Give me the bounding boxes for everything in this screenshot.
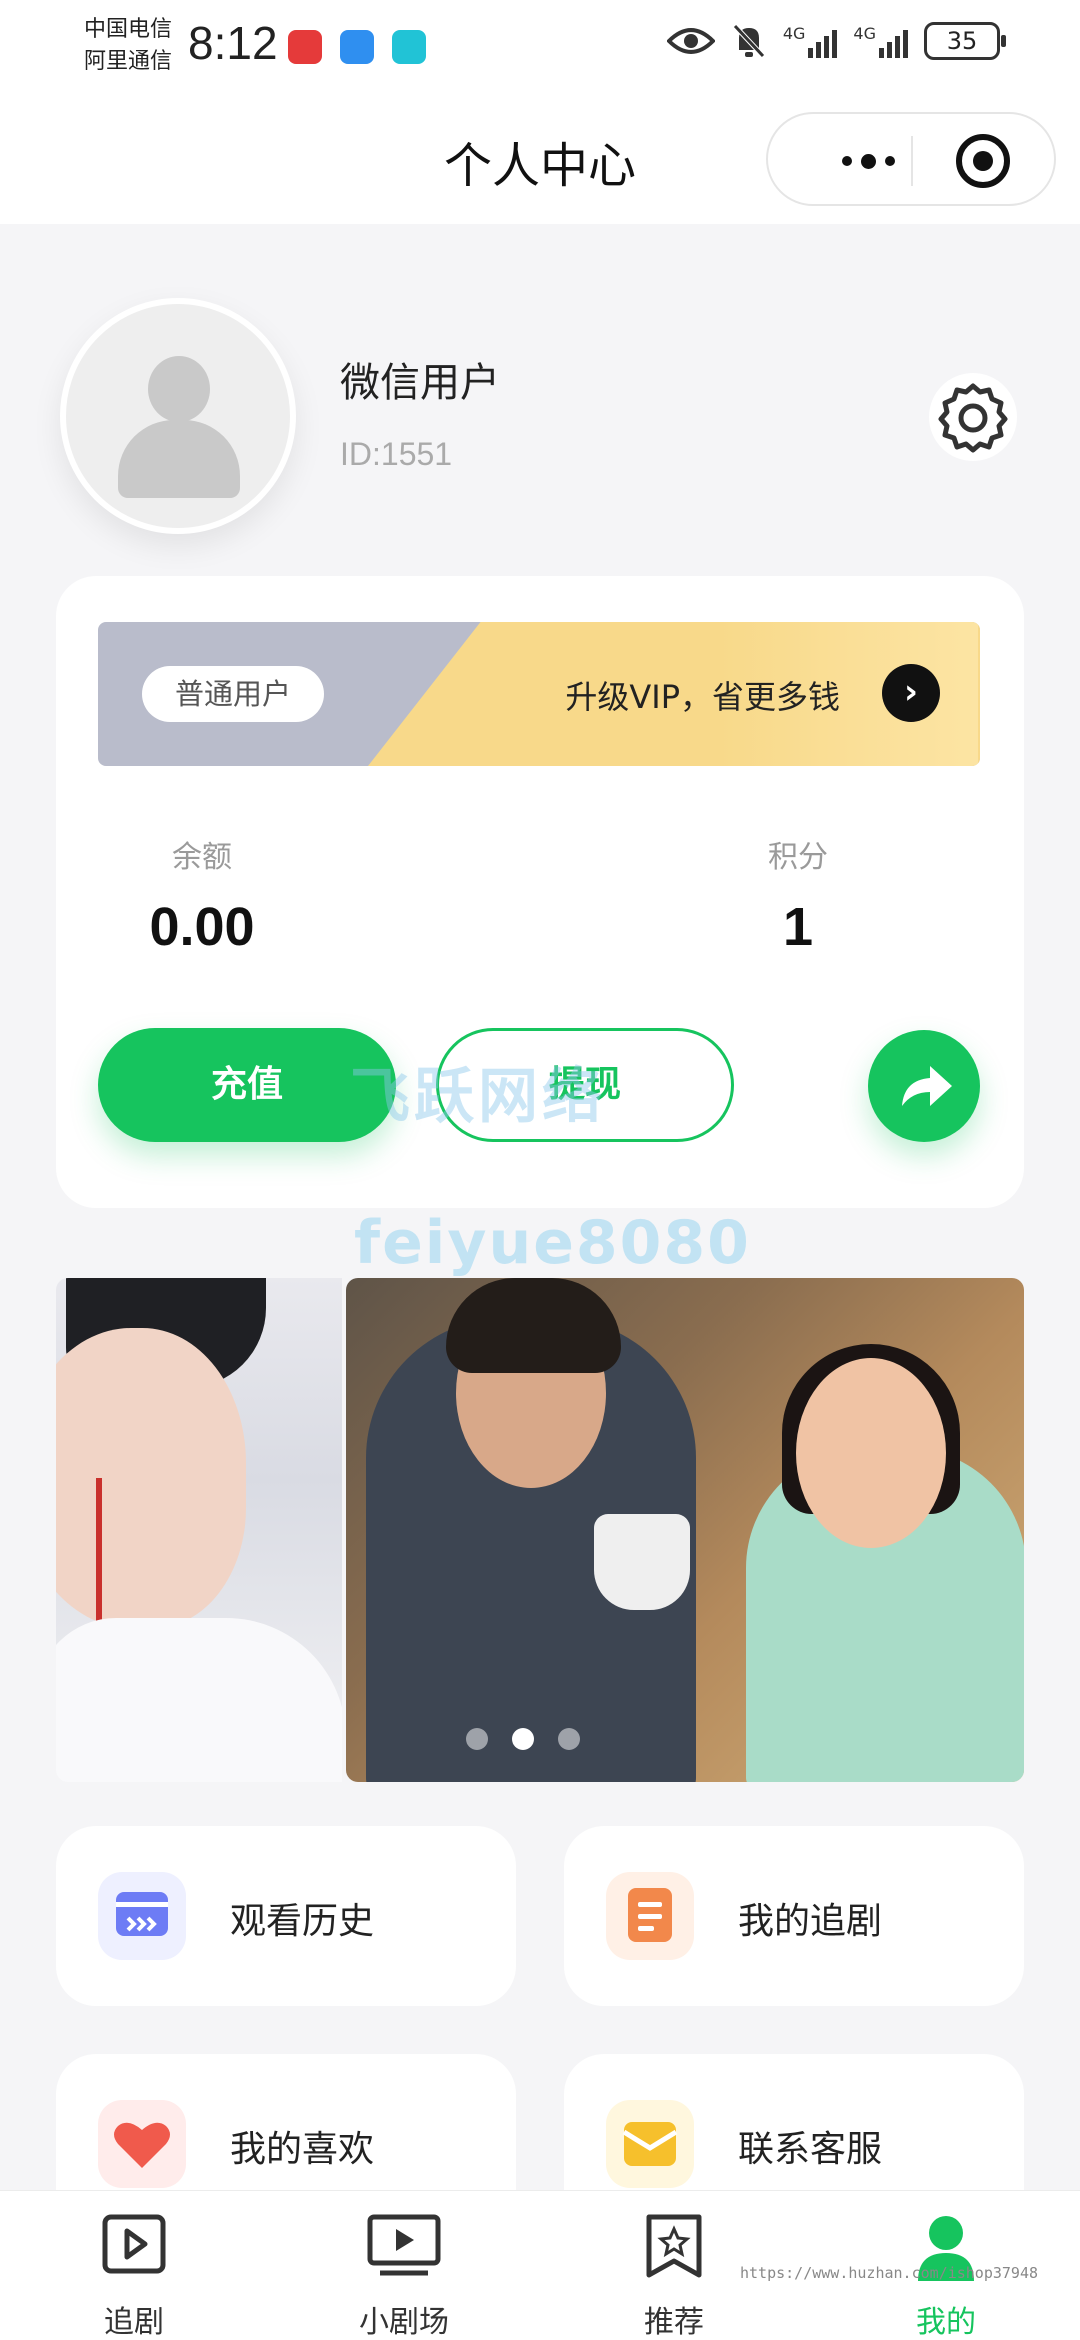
settings-gear-icon[interactable] — [928, 372, 1018, 462]
eye-icon — [666, 28, 715, 54]
star-bookmark-icon — [646, 2214, 702, 2278]
vip-banner[interactable]: 普通用户 升级VIP，省更多钱 › — [98, 622, 980, 766]
menu-watch-history[interactable]: 观看历史 — [56, 1826, 516, 2006]
menu-my-follows[interactable]: 我的追剧 — [564, 1826, 1024, 2006]
navigation-bar: 个人中心 — [0, 96, 1080, 224]
avatar-body-shape — [118, 420, 240, 498]
tv-icon — [367, 2214, 441, 2276]
watermark-chinese: 飞跃网络 — [350, 1062, 606, 1132]
share-button[interactable] — [868, 1030, 980, 1142]
banner-carousel[interactable] — [56, 1278, 1024, 1782]
balance-label: 余额 — [172, 840, 232, 875]
membership-level-badge: 普通用户 — [142, 666, 324, 722]
close-mini-program-button[interactable] — [956, 134, 1010, 188]
clock: 8:12 — [188, 17, 278, 69]
tab-label: 追剧 — [104, 2305, 164, 2340]
more-dot-icon — [841, 156, 852, 166]
user-id: ID:1551 — [340, 436, 453, 472]
tab-mini-theater[interactable]: 小剧场 — [314, 2191, 494, 2340]
more-options-button[interactable] — [808, 134, 928, 188]
photo-shape — [56, 1328, 246, 1628]
signal-1: 4G — [783, 24, 838, 58]
points-label: 积分 — [768, 840, 828, 875]
tab-label: 推荐 — [644, 2305, 704, 2340]
tab-label: 我的 — [916, 2305, 976, 2340]
carousel-indicator — [466, 1728, 580, 1750]
customer-service-icon — [606, 2100, 694, 2188]
points-stat: 积分 1 — [668, 832, 928, 958]
menu-label: 我的喜欢 — [230, 2129, 375, 2170]
avatar[interactable] — [60, 298, 296, 534]
tab-recommend[interactable]: 推荐 — [584, 2191, 764, 2340]
photo-shape — [446, 1278, 621, 1373]
menu-label: 联系客服 — [738, 2129, 883, 2170]
cloud-app-icon — [340, 30, 374, 64]
market-app-icon — [392, 30, 426, 64]
tab-follow-drama[interactable]: 追剧 — [44, 2191, 224, 2340]
mini-program-capsule — [766, 112, 1056, 206]
network-type-2: 4G — [853, 24, 876, 43]
photo-shape — [796, 1358, 946, 1548]
battery-indicator: 35 — [924, 22, 1006, 60]
status-right: 4G 4G 35 — [666, 22, 1006, 60]
more-dot-icon — [860, 153, 876, 169]
carrier-2: 阿里通信 — [84, 49, 173, 74]
menu-label: 观看历史 — [230, 1901, 375, 1942]
mute-bell-icon — [733, 24, 765, 58]
network-type-1: 4G — [782, 24, 806, 43]
heart-icon — [98, 2100, 186, 2188]
vip-upgrade-text: 升级VIP，省更多钱 — [565, 678, 840, 716]
watermark-latin: feiyue8080 — [354, 1208, 751, 1278]
carrier-1: 中国电信 — [84, 17, 173, 42]
signal-2: 4G — [853, 24, 908, 58]
carousel-dot-active[interactable] — [512, 1728, 534, 1750]
capsule-divider — [911, 136, 913, 186]
history-icon — [98, 1872, 186, 1960]
banner-slide-previous[interactable] — [56, 1278, 342, 1782]
balance-value: 0.00 — [149, 897, 255, 957]
notification-app-icon — [288, 30, 322, 64]
photo-shape — [56, 1618, 342, 1782]
play-box-icon — [102, 2214, 166, 2274]
username: 微信用户 — [340, 360, 500, 406]
photo-shape — [594, 1514, 690, 1610]
carousel-dot[interactable] — [558, 1728, 580, 1750]
url-watermark: https://www.huzhan.com/ishop37948 — [740, 2264, 1039, 2282]
carrier-info: 中国电信 阿里通信 — [84, 14, 172, 78]
status-bar: 中国电信 阿里通信 8:12 4G 4G 35 — [0, 0, 1080, 96]
share-arrow-icon — [902, 1066, 952, 1106]
menu-label: 我的追剧 — [738, 1901, 883, 1942]
follow-list-icon — [606, 1872, 694, 1960]
balance-stat: 余额 0.00 — [72, 832, 332, 958]
more-dot-icon — [884, 156, 895, 166]
tab-label: 小剧场 — [359, 2305, 449, 2340]
chevron-right-icon[interactable]: › — [882, 664, 940, 722]
avatar-head-shape — [148, 356, 210, 422]
banner-slide-current[interactable] — [346, 1278, 1024, 1782]
carousel-dot[interactable] — [466, 1728, 488, 1750]
points-value: 1 — [782, 897, 814, 957]
